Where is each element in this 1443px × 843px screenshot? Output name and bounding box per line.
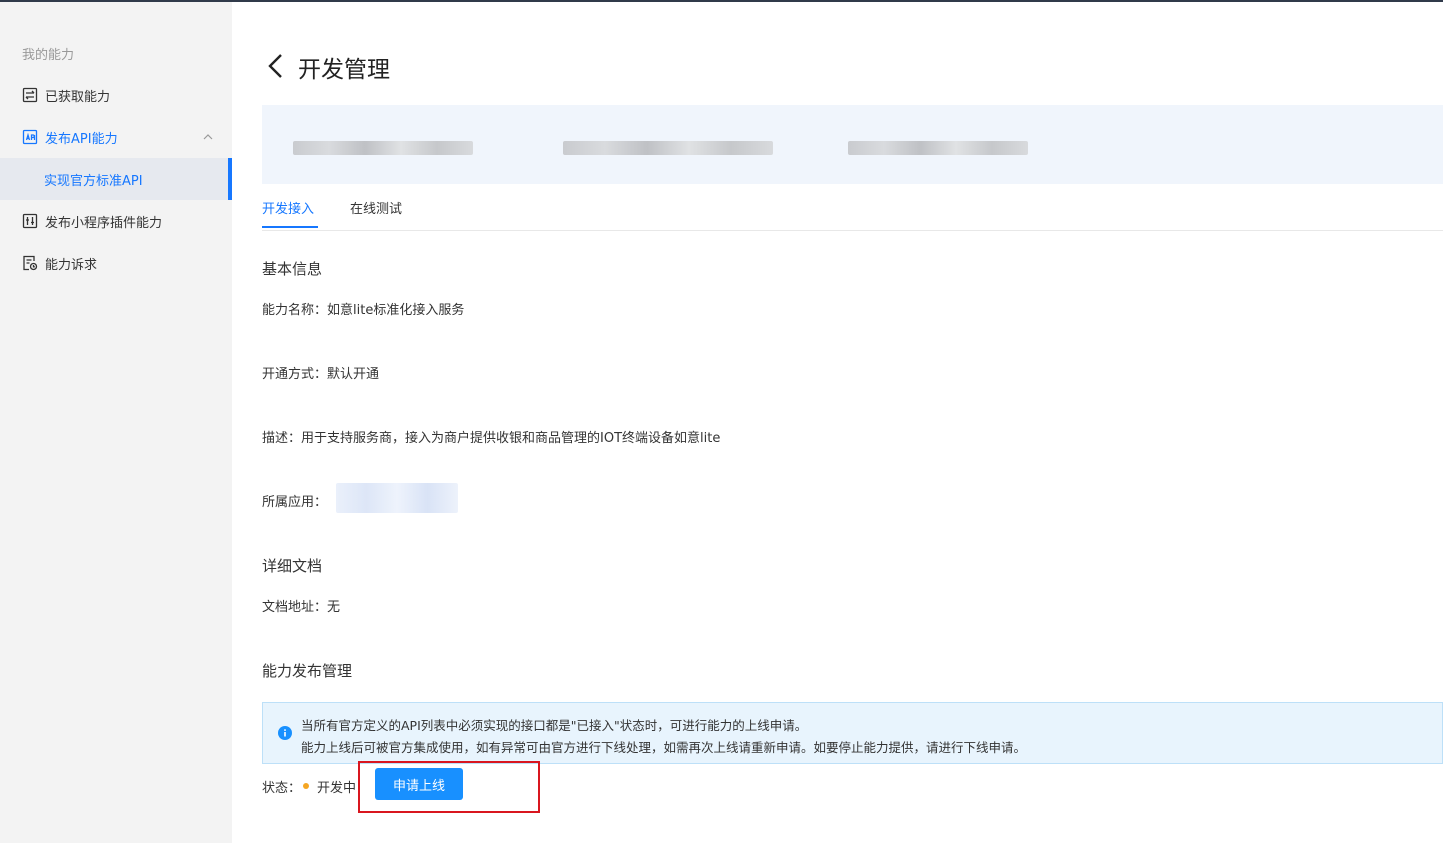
- redacted-field: [848, 141, 1028, 155]
- sidebar-item-label: 发布API能力: [45, 131, 118, 147]
- ability-name: 能力名称：如意lite标准化接入服务: [262, 303, 465, 318]
- app-info-card: [262, 105, 1443, 184]
- sidebar-subitem-official-api[interactable]: 实现官方标准API: [0, 158, 232, 200]
- page-title: 开发管理: [298, 57, 390, 83]
- description: 描述：用于支持服务商，接入为商户提供收银和商品管理的IOT终端设备如意lite: [262, 431, 721, 446]
- transfer-list-icon: [22, 87, 38, 103]
- sidebar-subitem-label: 实现官方标准API: [44, 173, 143, 189]
- chevron-up-icon[interactable]: [202, 131, 214, 143]
- tab-bar: 开发接入 在线测试: [262, 190, 1443, 231]
- tab-dev-access[interactable]: 开发接入: [262, 198, 314, 217]
- sidebar-group-label: 我的能力: [22, 48, 75, 63]
- redacted-field: [293, 141, 473, 155]
- info-icon: [278, 726, 292, 740]
- back-arrow-icon[interactable]: [264, 52, 286, 80]
- section-title-basic-info: 基本信息: [262, 260, 323, 278]
- sidebar-item-publish-plugin[interactable]: 发布小程序插件能力: [0, 200, 232, 242]
- sidebar-item-requests[interactable]: 能力诉求: [0, 242, 232, 284]
- publish-notice: 当所有官方定义的API列表中必须实现的接口都是"已接入"状态时，可进行能力的上线…: [262, 702, 1443, 764]
- notice-line-2: 能力上线后可被官方集成使用，如有异常可由官方进行下线处理，如需再次上线请重新申请…: [301, 740, 1027, 755]
- app-label: 所属应用：: [262, 495, 328, 510]
- sidebar-item-label: 已获取能力: [45, 89, 111, 105]
- status-label: 状态：: [262, 781, 302, 796]
- status-value: 开发中: [317, 781, 357, 796]
- active-tab-indicator: [262, 226, 318, 228]
- section-title-docs: 详细文档: [262, 557, 323, 575]
- sidebar-item-label: 发布小程序插件能力: [45, 215, 163, 231]
- main-content: 开发管理 开发接入 在线测试 基本信息 能力名称：如意lite标准化接入服务 开…: [232, 2, 1443, 843]
- redacted-app-name: [336, 483, 458, 513]
- api-icon: [22, 129, 38, 145]
- annotation-highlight-box: [358, 761, 540, 813]
- request-icon: [22, 255, 38, 271]
- sidebar-item-label: 能力诉求: [45, 257, 98, 273]
- sidebar: 我的能力 已获取能力 发布API能力 实现官方标准API 发布小程序插件能力 能…: [0, 2, 232, 843]
- sidebar-item-acquired[interactable]: 已获取能力: [0, 74, 232, 116]
- redacted-field: [563, 141, 773, 155]
- sidebar-item-publish-api[interactable]: 发布API能力: [0, 116, 232, 158]
- plugin-icon: [22, 213, 38, 229]
- status-dot: [303, 783, 309, 789]
- notice-line-1: 当所有官方定义的API列表中必须实现的接口都是"已接入"状态时，可进行能力的上线…: [301, 718, 808, 733]
- open-mode: 开通方式：默认开通: [262, 367, 380, 382]
- tab-online-test[interactable]: 在线测试: [350, 198, 402, 217]
- section-title-publish: 能力发布管理: [262, 662, 353, 680]
- doc-address: 文档地址：无: [262, 600, 341, 615]
